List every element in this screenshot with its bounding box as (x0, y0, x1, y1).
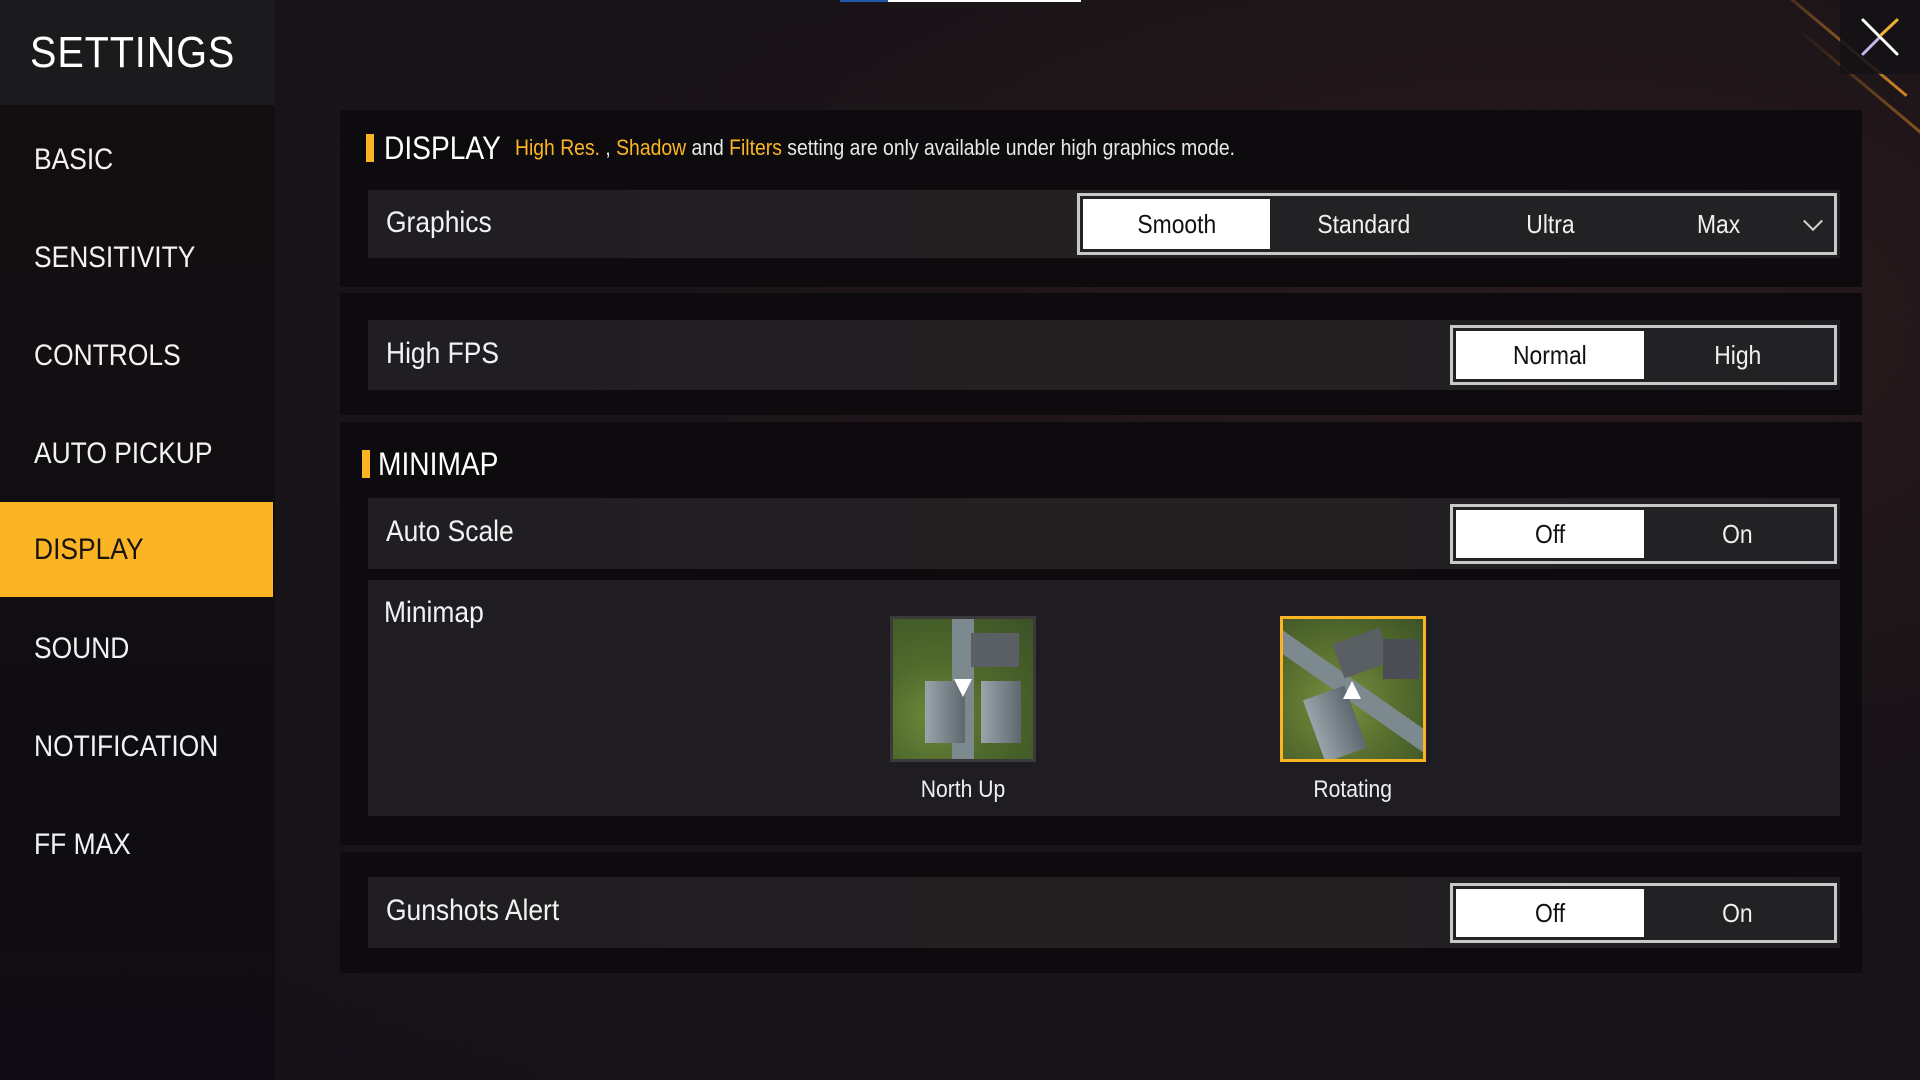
sidebar-header: SETTINGS (0, 0, 275, 105)
high-fps-option-normal[interactable]: Normal (1456, 331, 1644, 379)
close-button[interactable] (1840, 0, 1920, 74)
map-building (981, 681, 1021, 743)
minimap-mode-row: Minimap North Up Rotating (368, 580, 1840, 816)
top-progress-fill (840, 0, 889, 2)
gunshots-alert-option-off[interactable]: Off (1456, 889, 1644, 937)
rotating-map-preview (1280, 616, 1426, 762)
player-arrow-icon (954, 679, 972, 697)
option-label: Max (1697, 208, 1741, 239)
notice-highlight-shadow: Shadow (615, 135, 686, 160)
graphics-option-ultra[interactable]: Ultra (1457, 199, 1644, 249)
north-up-map-preview (890, 616, 1036, 762)
map-building (971, 633, 1019, 667)
option-label: Standard (1317, 208, 1410, 239)
gunshots-alert-section: Gunshots Alert Off On (340, 852, 1862, 973)
option-label: Ultra (1526, 208, 1575, 239)
notice-text: , (599, 135, 616, 160)
sidebar-item-display[interactable]: DISPLAY (0, 502, 273, 597)
top-progress-bar (840, 0, 1081, 2)
accent-bar (362, 450, 370, 478)
sidebar-item-auto-pickup[interactable]: AUTO PICKUP (0, 406, 273, 501)
graphics-notice: High Res. , Shadow and Filters setting a… (515, 135, 1235, 161)
sidebar: SETTINGS BASIC SENSITIVITY CONTROLS AUTO… (0, 0, 275, 1080)
graphics-option-standard[interactable]: Standard (1270, 199, 1457, 249)
settings-title: SETTINGS (30, 27, 236, 77)
sidebar-item-label: SENSITIVITY (34, 240, 196, 274)
accent-bar (366, 134, 374, 162)
minimap-section: MINIMAP Auto Scale Off On Minimap North … (340, 422, 1862, 845)
gunshots-alert-label: Gunshots Alert (386, 894, 560, 927)
display-section: DISPLAY High Res. , Shadow and Filters s… (340, 110, 1862, 287)
notice-text: and (685, 135, 729, 160)
sidebar-item-label: BASIC (34, 142, 114, 176)
sidebar-item-label: SOUND (34, 631, 130, 665)
option-label: On (1721, 518, 1753, 549)
minimap-section-title: MINIMAP (378, 445, 499, 482)
minimap-section-header: MINIMAP (362, 444, 515, 484)
auto-scale-option-off[interactable]: Off (1456, 510, 1644, 558)
option-label: Normal (1512, 339, 1587, 370)
auto-scale-option-on[interactable]: On (1644, 510, 1832, 558)
graphics-row: Graphics Smooth Standard Ultra Max (368, 190, 1840, 258)
sidebar-item-notification[interactable]: NOTIFICATION (0, 699, 273, 794)
notice-highlight-filters: Filters (728, 135, 782, 160)
option-label: On (1721, 897, 1753, 928)
sidebar-item-ff-max[interactable]: FF MAX (0, 797, 273, 892)
sidebar-item-label: DISPLAY (34, 532, 144, 566)
sidebar-item-label: AUTO PICKUP (34, 436, 213, 470)
display-section-header: DISPLAY High Res. , Shadow and Filters s… (366, 128, 1333, 168)
display-section-title: DISPLAY (384, 129, 501, 166)
high-fps-selector[interactable]: Normal High (1450, 325, 1837, 385)
graphics-option-max[interactable]: Max (1644, 199, 1794, 249)
option-label: Off (1534, 518, 1565, 549)
option-label: Off (1534, 897, 1565, 928)
minimap-option-rotating[interactable]: Rotating (1280, 616, 1426, 804)
notice-highlight-high-res: High Res. (514, 135, 600, 160)
sidebar-item-label: FF MAX (34, 827, 131, 861)
gunshots-alert-toggle[interactable]: Off On (1450, 883, 1837, 943)
sidebar-item-sensitivity[interactable]: SENSITIVITY (0, 210, 273, 305)
high-fps-section: High FPS Normal High (340, 293, 1862, 415)
high-fps-option-high[interactable]: High (1644, 331, 1832, 379)
sidebar-item-sound[interactable]: SOUND (0, 601, 273, 696)
notice-text: setting are only available under high gr… (781, 135, 1235, 160)
chevron-down-icon[interactable] (1803, 211, 1823, 232)
auto-scale-toggle[interactable]: Off On (1450, 504, 1837, 564)
minimap-option-north-up[interactable]: North Up (890, 616, 1036, 804)
option-label: High (1713, 339, 1761, 370)
north-up-label: North Up (920, 776, 1006, 803)
sidebar-item-controls[interactable]: CONTROLS (0, 308, 273, 403)
auto-scale-label: Auto Scale (386, 515, 514, 548)
graphics-option-smooth[interactable]: Smooth (1083, 199, 1270, 249)
graphics-selector[interactable]: Smooth Standard Ultra Max (1077, 193, 1837, 255)
high-fps-label: High FPS (386, 337, 499, 370)
sidebar-item-basic[interactable]: BASIC (0, 112, 273, 207)
gunshots-alert-option-on[interactable]: On (1644, 889, 1832, 937)
rotating-label: Rotating (1313, 776, 1393, 803)
option-label: Smooth (1137, 208, 1216, 239)
gunshots-alert-row: Gunshots Alert Off On (368, 877, 1840, 948)
graphics-label: Graphics (386, 206, 492, 239)
high-fps-row: High FPS Normal High (368, 320, 1840, 390)
player-arrow-icon (1343, 681, 1361, 699)
sidebar-item-label: CONTROLS (34, 338, 181, 372)
auto-scale-row: Auto Scale Off On (368, 498, 1840, 569)
map-building (1383, 639, 1419, 679)
sidebar-item-label: NOTIFICATION (34, 729, 219, 763)
minimap-mode-label: Minimap (384, 596, 484, 629)
close-x-icon (1861, 18, 1899, 56)
